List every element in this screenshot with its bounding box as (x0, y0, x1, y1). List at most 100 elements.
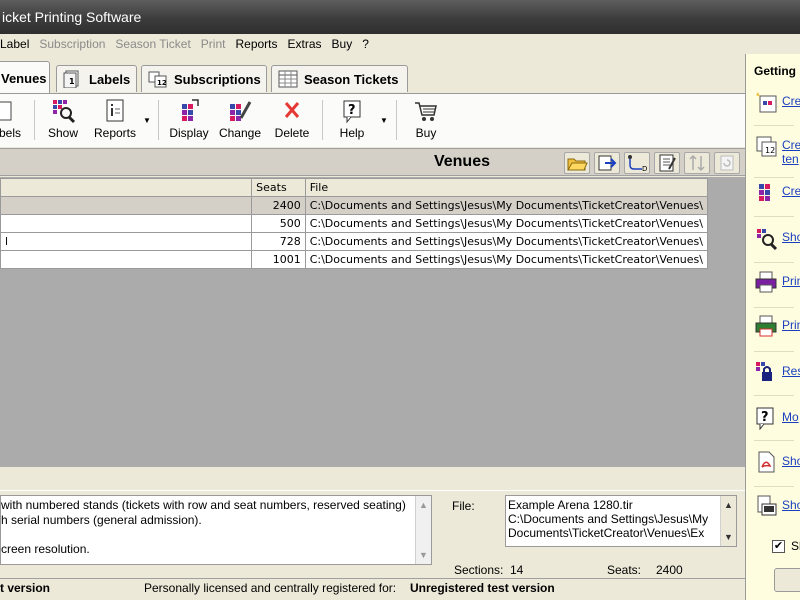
delete-button[interactable]: Delete (272, 98, 312, 144)
venue-file-cell[interactable]: C:\Documents and Settings\Jesus\My Docum… (304, 250, 709, 269)
sidebar-link[interactable]: Cre (782, 94, 800, 108)
description-line (1, 527, 431, 542)
venue-seats-cell[interactable]: 728 (251, 232, 306, 251)
close-sidebar-button[interactable] (774, 568, 800, 592)
sidebar-link[interactable]: Cre (782, 184, 800, 198)
sidebar-link[interactable]: Cre ten (782, 138, 800, 166)
sidebar-link[interactable]: Sho (782, 454, 800, 468)
venue-name-cell[interactable] (0, 250, 253, 269)
sidebar-item-show-venue[interactable]: Sho (752, 226, 800, 256)
sidebar-item-print[interactable]: Prin (752, 270, 800, 300)
sections-label: Sections: (454, 563, 504, 577)
menu-buy[interactable]: Buy (327, 37, 358, 51)
venue-seats-cell[interactable]: 2400 (251, 196, 306, 215)
sidebar-link[interactable]: Sho (782, 230, 800, 244)
display-button[interactable]: Display (166, 98, 212, 144)
buy-button[interactable]: Buy (410, 98, 442, 144)
tab-season-tickets[interactable]: Season Tickets (271, 65, 408, 92)
change-button[interactable]: Change (218, 98, 262, 144)
column-header-seats[interactable]: Seats (251, 178, 306, 197)
venue-name-cell[interactable] (0, 214, 253, 233)
sidebar-item-create-seating[interactable]: Cre (752, 180, 800, 210)
tab-venues[interactable]: Venues (0, 61, 50, 94)
tab-subscriptions[interactable]: 12 Subscriptions (141, 65, 267, 92)
export-button[interactable] (594, 152, 620, 174)
link-button[interactable]: D (624, 152, 650, 174)
menu-season-ticket[interactable]: Season Ticket (110, 37, 195, 51)
tab-season-tickets-label: Season Tickets (304, 71, 399, 87)
toolbar: bels Show Reports ▼ Display Change Delet… (0, 93, 745, 147)
sidebar-divider (754, 486, 794, 487)
svg-text:?: ? (761, 410, 769, 425)
status-registration: Unregistered test version (410, 581, 555, 595)
table-row[interactable]: 500 C:\Documents and Settings\Jesus\My D… (0, 214, 709, 233)
menu-label[interactable]: Label (0, 37, 34, 51)
scroll-down-arrow[interactable]: ▼ (419, 548, 428, 563)
show-on-start-checkbox-row[interactable]: ✔ Sl (772, 539, 800, 553)
sidebar-link[interactable]: Sho (782, 498, 800, 512)
column-header-name[interactable] (0, 178, 253, 197)
column-header-file[interactable]: File (304, 178, 709, 197)
menu-help[interactable]: ? (357, 37, 374, 51)
sidebar-title: Getting (754, 64, 796, 78)
tab-labels[interactable]: 1 Labels (56, 65, 137, 92)
venue-name-cell[interactable] (0, 196, 253, 215)
menu-reports[interactable]: Reports (230, 37, 282, 51)
table-row[interactable]: 2400 C:\Documents and Settings\Jesus\My … (0, 196, 709, 215)
reports-button-label: Reports (93, 126, 137, 140)
sort-button[interactable] (684, 152, 710, 174)
sidebar-item-create-venue[interactable]: Cre (752, 90, 800, 120)
sidebar-item-show-pdf[interactable]: Sho (752, 450, 800, 480)
venue-name-cell[interactable]: l (0, 232, 253, 251)
reports-button[interactable]: Reports (90, 98, 140, 144)
labels-button[interactable]: bels (0, 98, 24, 144)
venues-pane-header: Venues D (0, 148, 745, 176)
sidebar-item-reserve[interactable]: Res (752, 360, 800, 390)
menu-print[interactable]: Print (196, 37, 231, 51)
export-icon (598, 155, 617, 171)
scroll-up-arrow[interactable]: ▲ (724, 498, 733, 512)
show-video-icon (754, 494, 778, 518)
help-button[interactable]: ? Help (334, 98, 370, 144)
sidebar-link[interactable]: Mo (782, 410, 799, 424)
buy-button-label: Buy (415, 126, 437, 140)
description-box[interactable]: with numbered stands (tickets with row a… (0, 495, 432, 565)
sidebar-link[interactable]: Res (782, 364, 800, 378)
sidebar-item-more-help[interactable]: ? Mo (752, 406, 800, 436)
sidebar-item-print-color[interactable]: Prin (752, 314, 800, 344)
menu-extras[interactable]: Extras (283, 37, 327, 51)
show-on-start-checkbox[interactable]: ✔ (772, 539, 785, 553)
notes-button[interactable] (654, 152, 680, 174)
refresh-button[interactable] (714, 152, 740, 174)
file-path-box[interactable]: Example Arena 1280.tir C:\Documents and … (505, 495, 737, 547)
pdf-icon (754, 450, 778, 474)
notes-icon (659, 154, 676, 172)
venue-seats-cell[interactable]: 500 (251, 214, 306, 233)
venue-seats-cell[interactable]: 1001 (251, 250, 306, 269)
help-dropdown-arrow[interactable]: ▼ (380, 116, 388, 125)
file-scrollbar[interactable]: ▲ ▼ (720, 496, 736, 546)
description-scrollbar[interactable]: ▲ ▼ (415, 496, 431, 564)
venue-file-cell[interactable]: C:\Documents and Settings\Jesus\My Docum… (304, 214, 709, 233)
show-venue-icon (50, 98, 76, 124)
toolbar-separator (322, 100, 323, 140)
table-row[interactable]: 1001 C:\Documents and Settings\Jesus\My … (0, 250, 709, 269)
label-icon: 1 (63, 70, 83, 89)
sidebar-item-show-video[interactable]: Sho (752, 494, 800, 524)
sidebar-item-create-template[interactable]: 12 Cre ten (752, 134, 800, 174)
menu-subscription[interactable]: Subscription (34, 37, 110, 51)
scroll-down-arrow[interactable]: ▼ (724, 530, 733, 544)
tab-bar: Venues 1 Labels 12 Subscriptions Season … (0, 56, 745, 94)
window-title: icket Printing Software (2, 9, 142, 25)
show-button[interactable]: Show (44, 98, 82, 144)
reports-dropdown-arrow[interactable]: ▼ (143, 116, 151, 125)
sidebar-link[interactable]: Prin (782, 318, 800, 332)
svg-text:12: 12 (765, 146, 775, 155)
open-folder-button[interactable] (564, 152, 590, 174)
scroll-up-arrow[interactable]: ▲ (419, 498, 428, 513)
sidebar-divider (754, 307, 794, 308)
table-row[interactable]: l 728 C:\Documents and Settings\Jesus\My… (0, 232, 709, 251)
sidebar-link[interactable]: Prin (782, 274, 800, 288)
venue-file-cell[interactable]: C:\Documents and Settings\Jesus\My Docum… (304, 196, 709, 215)
venue-file-cell[interactable]: C:\Documents and Settings\Jesus\My Docum… (304, 232, 709, 251)
